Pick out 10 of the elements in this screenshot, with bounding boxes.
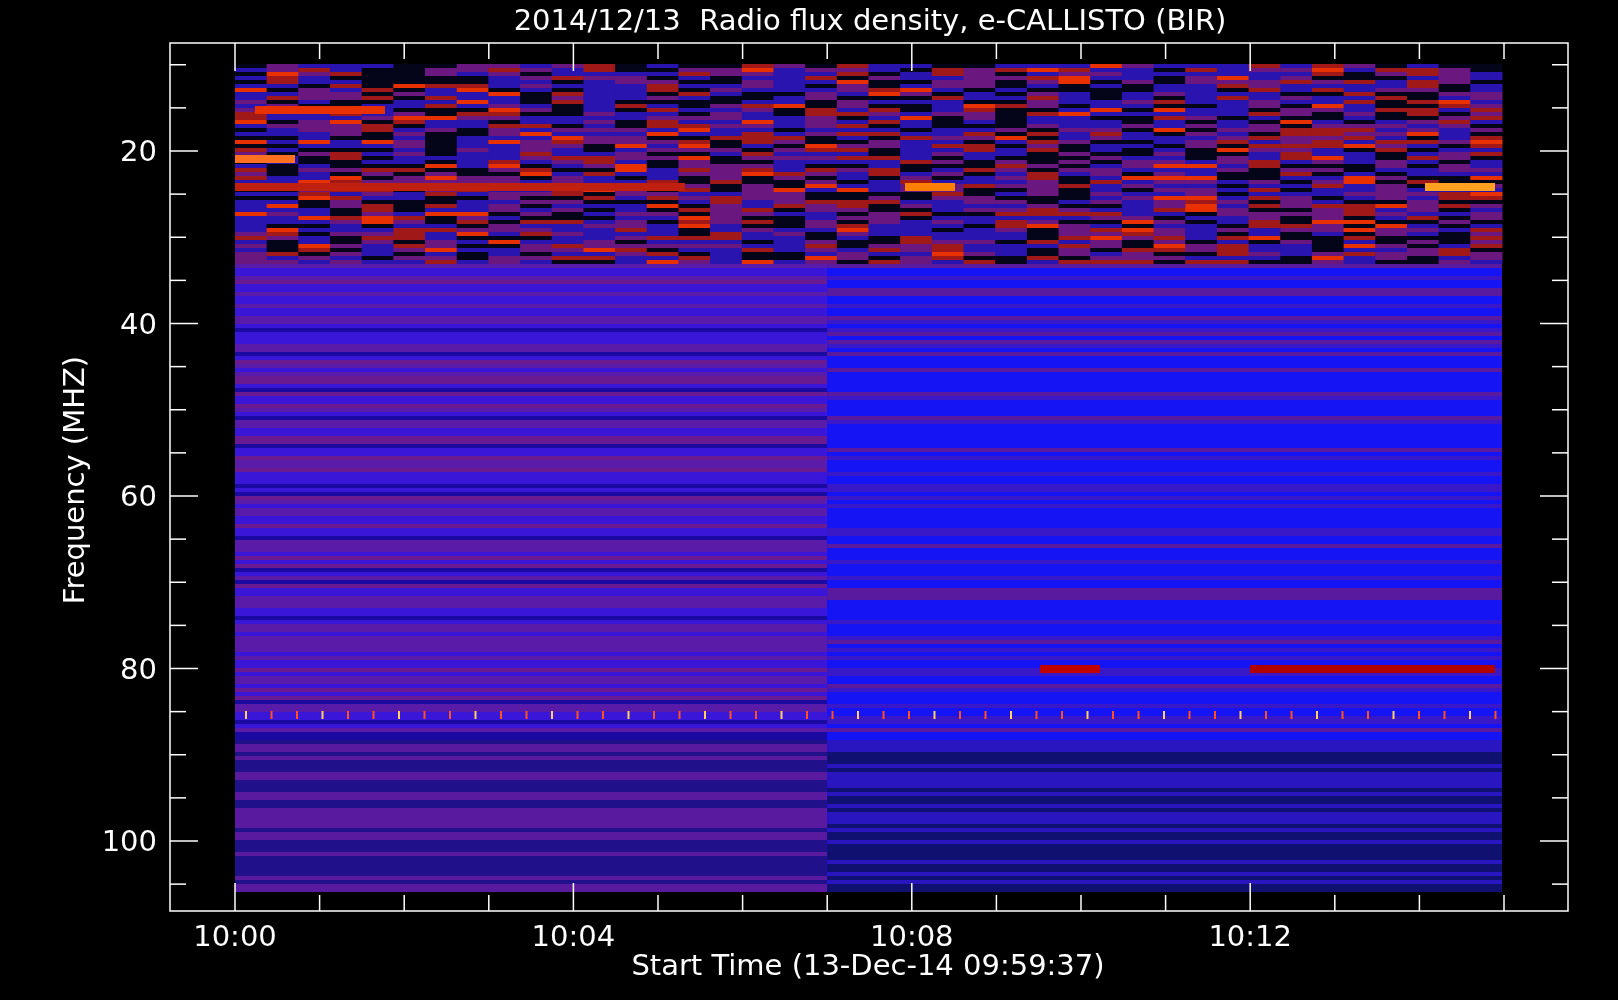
y-tick-label: 20 (120, 134, 157, 168)
x-tick-label: 10:04 (531, 919, 616, 953)
y-tick-label: 60 (120, 479, 157, 513)
x-tick-label: 10:12 (1208, 919, 1292, 953)
y-tick-label: 40 (120, 306, 157, 341)
y-tick-label: 80 (120, 651, 157, 686)
y-tick-label: 100 (101, 824, 157, 858)
y-axis-label: Frequency (MHZ) (57, 355, 91, 605)
chart-title: 2014/12/13 Radio flux density, e-CALLISTO (BIR) (513, 3, 1227, 37)
x-tick-label: 10:00 (193, 919, 277, 953)
